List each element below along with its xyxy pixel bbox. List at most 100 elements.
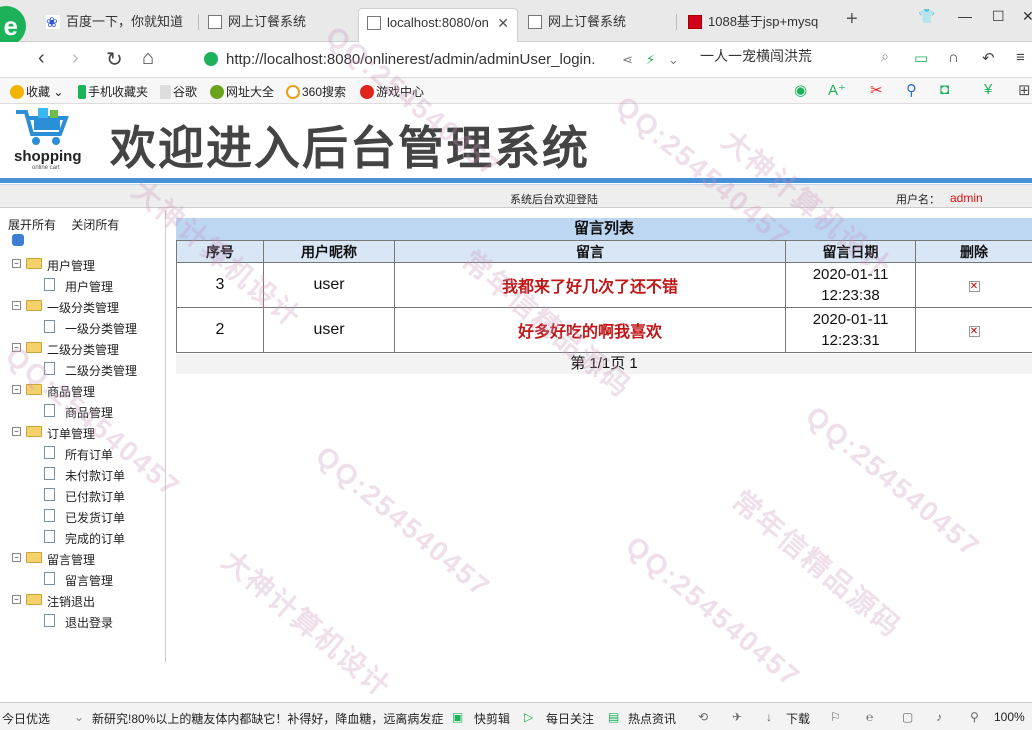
expand-all-link[interactable]: 展开所有 [8,218,56,232]
nav-group-logout[interactable]: − 注销退出 [10,590,166,611]
page-icon [528,15,542,29]
shirt-icon[interactable]: 👕 [918,8,935,25]
battery-icon[interactable]: ▭ [914,49,928,67]
close-tab-icon[interactable]: ✕ [497,9,509,37]
ie-icon[interactable]: ℮ [866,710,873,724]
nav-item-completed-orders[interactable]: 完成的订单 [10,527,166,548]
chat-icon[interactable]: ◉ [794,81,807,99]
money-icon[interactable]: ¥ [984,81,992,98]
search-icon[interactable]: ⌕ [881,47,889,65]
status-quick-edit[interactable]: 快剪辑 [474,710,510,727]
zoom-icon[interactable]: ⚲ [970,710,979,724]
delete-icon[interactable]: ✕ [968,281,980,292]
address-bar: ‹ › ↻ ⌂ http://localhost:8080/onlinerest… [0,42,1032,78]
logo-text: shopping [14,148,82,165]
lightning-icon[interactable]: ⚡ [646,52,655,68]
pagination[interactable]: 第 1/1页 1 [176,354,1032,374]
nav-item-logout[interactable]: 退出登录 [10,611,166,632]
search-box[interactable]: 一人一宠横闯洪荒 ⌕ [700,47,895,73]
new-tab-icon[interactable]: + [846,8,858,31]
forward-icon[interactable]: › [72,47,79,70]
row-id: 2 [176,307,264,353]
nav-item-unpaid-orders[interactable]: 未付款订单 [10,464,166,485]
nav-group-user[interactable]: − 用户管理 [10,254,166,275]
nav-item-products[interactable]: 商品管理 [10,401,166,422]
row-date: 2020-01-11 12:23:38 [785,262,916,308]
status-downloads[interactable]: 下载 [786,710,810,727]
nav-item-user-management[interactable]: 用户管理 [10,275,166,296]
nav-item-category2[interactable]: 二级分类管理 [10,359,166,380]
undo-icon[interactable]: ↶ [982,49,995,67]
maximize-icon[interactable]: ☐ [992,8,1005,25]
minimize-icon[interactable]: — [958,8,972,24]
baidu-paw-icon: ❀ [46,15,60,29]
username-label: 用户名： [896,194,940,206]
nav-group-orders[interactable]: − 订单管理 [10,422,166,443]
bookmark-360search[interactable]: 360搜索 [286,83,346,100]
nav-group-messages[interactable]: − 留言管理 [10,548,166,569]
bookmark-google[interactable]: 谷歌 [160,83,197,100]
nav-group-category2[interactable]: − 二级分类管理 [10,338,166,359]
nav-item-category1[interactable]: 一级分类管理 [10,317,166,338]
delete-icon[interactable]: ✕ [968,326,980,337]
tab-label: 网上订餐系统 [548,14,627,29]
row-nickname: user [263,262,395,308]
collapse-all-link[interactable]: 关闭所有 [71,218,119,232]
sidebar: 展开所有 关闭所有 − 用户管理 用户管理 − 一级分类管理 一级分类管理 − 二级分… [0,210,166,662]
computer-root-icon [12,234,24,246]
browser-tab-bar: e ❀ 百度一下，你就知道 网上订餐系统 localhost:8080/onli… [0,0,1032,46]
speaker-icon[interactable]: ♪ [936,710,942,724]
close-window-icon[interactable]: ✕ [1022,8,1032,25]
chevron-down-icon[interactable]: ⌄ [668,52,679,68]
page-icon [44,572,55,585]
secure-shield-icon [204,52,218,66]
tab-order-system[interactable]: 网上订餐系统 [200,8,356,42]
phone-icon [78,85,86,99]
tab-baidu[interactable]: ❀ 百度一下，你就知道 [38,8,198,42]
tab-order-system-2[interactable]: 网上订餐系统 [520,8,676,42]
refresh-icon[interactable]: ⟲ [698,710,708,724]
nav-item-shipped-orders[interactable]: 已发货订单 [10,506,166,527]
nav-item-all-orders[interactable]: 所有订单 [10,443,166,464]
status-bar: 今日优选 ⌄ 新研究!80%以上的糖友体内都缺它！补得好，降血糖，远离病发症 ▣… [0,702,1032,730]
nav-item-messages[interactable]: 留言管理 [10,569,166,590]
back-icon[interactable]: ‹ [38,47,45,70]
translate-icon[interactable]: A⁺ [828,81,846,99]
tab-jsp-mysql[interactable]: 1088基于jsp+mysql [680,8,836,42]
page-icon [44,320,55,333]
share-icon[interactable]: ⋖ [622,52,633,68]
pin-icon[interactable]: ✈ [732,710,742,724]
status-today-pick[interactable]: 今日优选 [2,710,50,727]
home-icon[interactable]: ⌂ [142,47,154,70]
nav-group-category1[interactable]: − 一级分类管理 [10,296,166,317]
play-icon: ▷ [524,710,534,724]
status-daily-focus[interactable]: 每日关注 [546,710,594,727]
url-field[interactable]: http://localhost:8080/onlinerest/admin/a… [196,46,686,74]
menu-icon[interactable]: ≡ [1016,49,1025,66]
headphone-icon[interactable]: ∩ [948,49,959,66]
chevron-down-icon[interactable]: ⌄ [74,710,84,724]
apps-icon[interactable]: ⊞ [1018,81,1031,99]
doc-icon [160,85,171,99]
status-news-ticker[interactable]: 新研究!80%以上的糖友体内都缺它！补得好，降血糖，远离病发症 [92,710,446,727]
status-zoom[interactable]: 100% [994,710,1025,724]
scissors-icon[interactable]: ✂ [870,81,883,99]
table-row: 3 user 我都来了好几次了还不错 2020-01-11 12:23:38 ✕ [176,262,1032,308]
tab-label: localhost:8080/onlinerest [387,15,489,30]
zoom-icon[interactable]: ⚲ [906,81,917,99]
flag-icon[interactable]: ⚐ [830,710,841,724]
row-message: 好多好吃的啊我喜欢 [394,307,786,353]
bookmark-favorites[interactable]: 收藏 ⌄ [10,83,63,100]
gamepad-icon[interactable]: ◘ [940,81,949,98]
nav-group-products[interactable]: − 商品管理 [10,380,166,401]
row-delete-cell: ✕ [915,262,1032,308]
tab-localhost[interactable]: localhost:8080/onlinerest ✕ [358,8,518,42]
browser-logo-icon: e [0,6,26,46]
bookmark-games[interactable]: 游戏中心 [360,83,424,100]
window-icon[interactable]: ▢ [902,710,913,724]
bookmark-mobile[interactable]: 手机收藏夹 [78,83,148,100]
bookmark-hao123[interactable]: 网址大全 [210,83,274,100]
nav-item-paid-orders[interactable]: 已付款订单 [10,485,166,506]
reload-icon[interactable]: ↻ [106,47,123,72]
status-hot-news[interactable]: 热点资讯 [628,710,676,727]
